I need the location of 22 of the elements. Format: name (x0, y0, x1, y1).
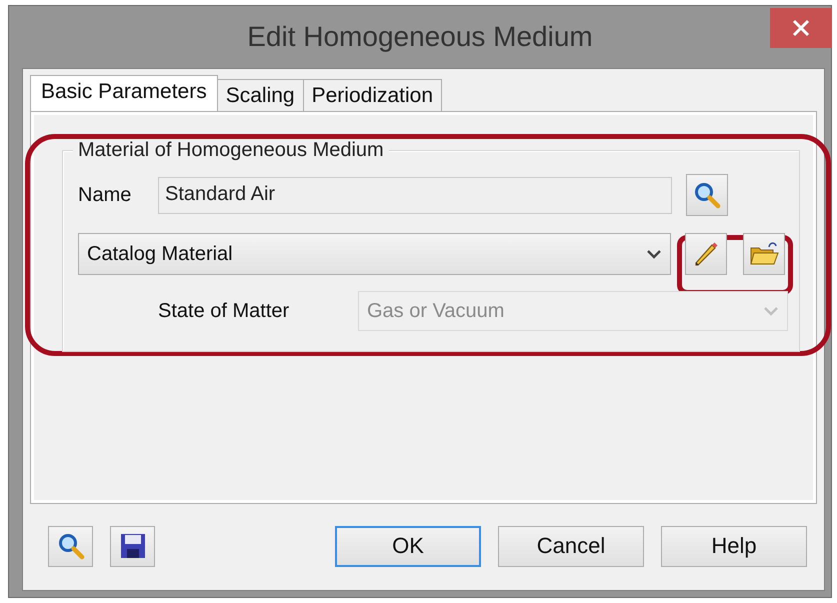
material-type-dropdown[interactable]: Catalog Material (78, 233, 671, 275)
edit-button[interactable] (685, 233, 727, 275)
chevron-icon (763, 306, 779, 316)
search-button[interactable] (48, 526, 93, 566)
tab[interactable]: Basic Parameters (30, 75, 218, 111)
close-button[interactable] (770, 8, 832, 48)
close-icon (792, 19, 810, 37)
dialog-button[interactable]: Cancel (498, 526, 644, 566)
group-title: Material of Homogeneous Medium (73, 139, 389, 162)
name-label: Name (78, 184, 132, 206)
search-button[interactable] (686, 174, 728, 216)
tab[interactable]: Periodization (302, 79, 442, 111)
window-title: Edit Homogeneous Medium (247, 21, 593, 53)
state-label: State of Matter (158, 300, 290, 322)
search-icon (693, 181, 721, 209)
dialog-button[interactable]: Help (661, 526, 807, 566)
name-field[interactable]: Standard Air (158, 176, 672, 214)
chevron-icon (646, 249, 662, 259)
save-button[interactable] (110, 526, 155, 566)
open-button[interactable] (743, 233, 785, 275)
dialog-button[interactable]: OK (335, 526, 481, 566)
search-icon (56, 532, 84, 560)
